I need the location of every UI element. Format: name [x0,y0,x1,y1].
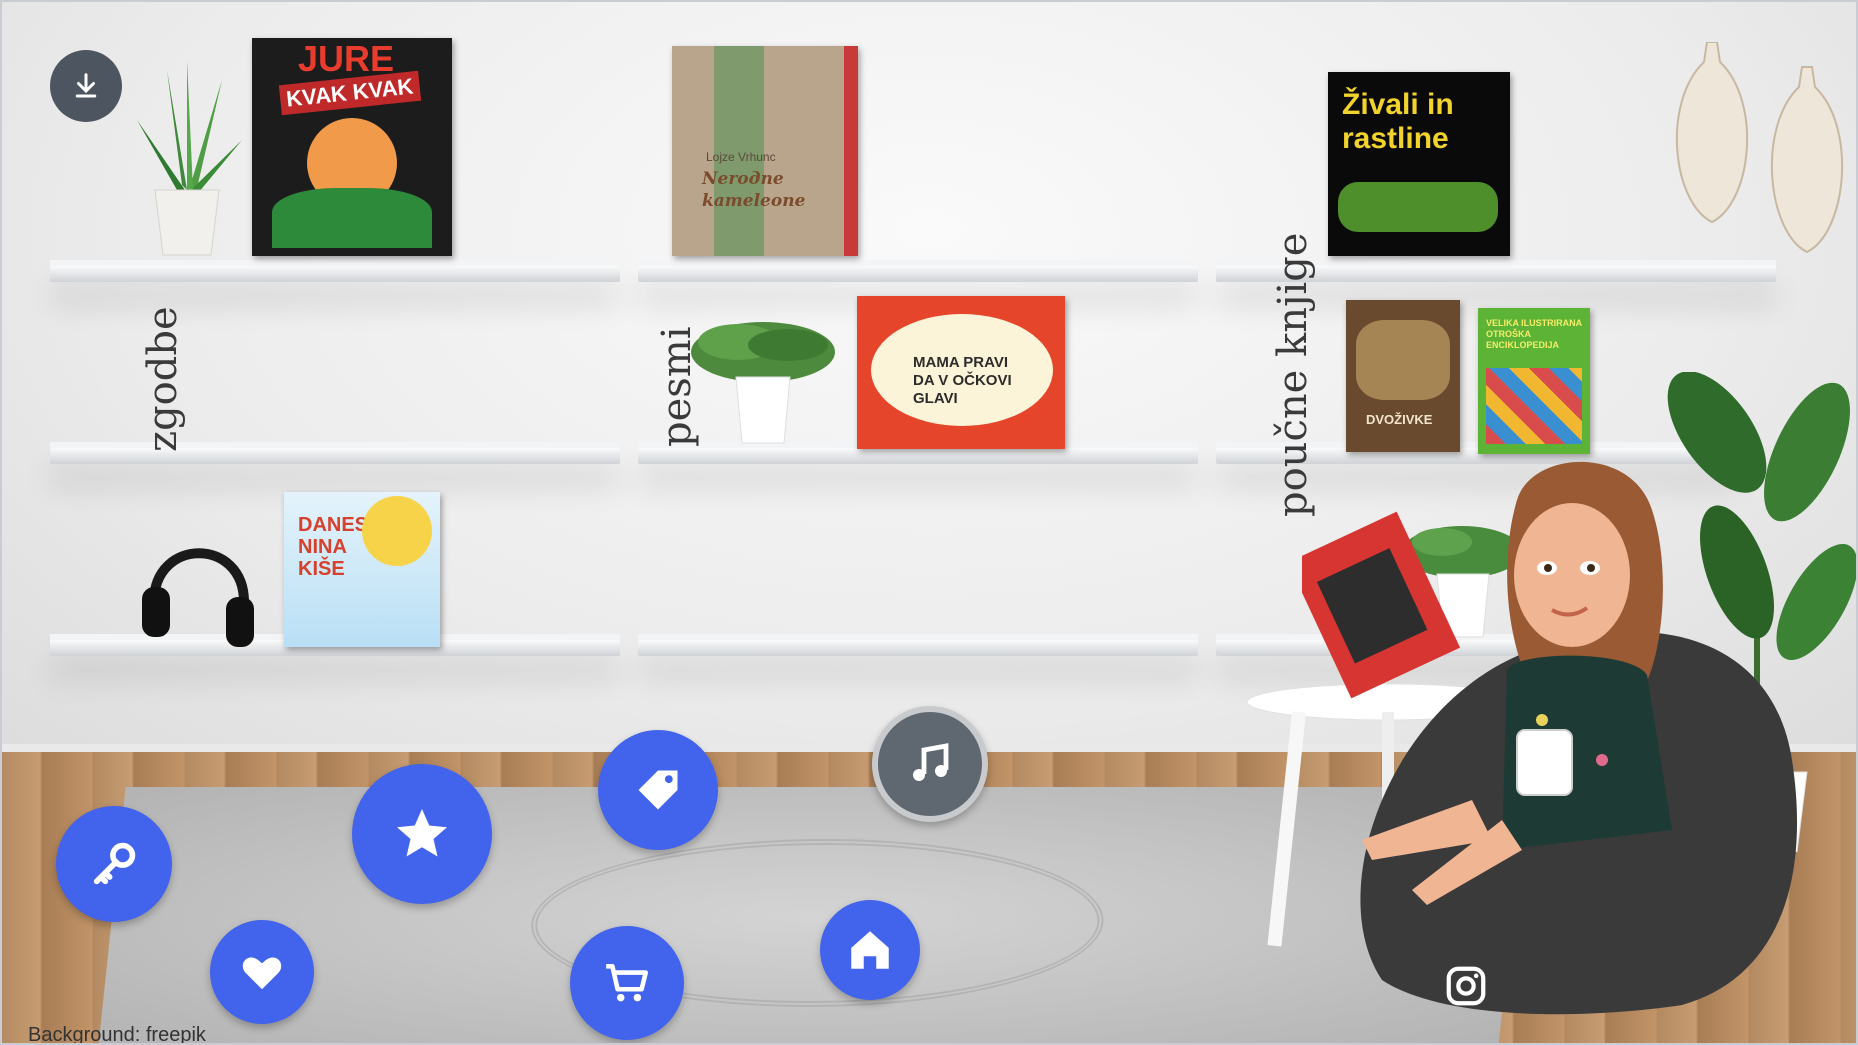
instagram-button[interactable] [1438,958,1494,1014]
book-enciklopedija[interactable]: VELIKA ILUSTRIRANA OTROŠKA ENCIKLOPEDIJA [1478,308,1590,454]
book-jure-kvak-kvak[interactable]: JURE KVAK KVAK [252,38,452,256]
shelf-stories-top [50,260,620,282]
favorites-star-button[interactable] [352,764,492,904]
potted-fern-icon [691,322,835,444]
category-label-stories: zgodbe [140,306,186,452]
book-mama-pravi[interactable]: MAMA PRAVI DA V OČKOVI GLAVI [857,296,1065,449]
home-button[interactable] [820,900,920,1000]
music-button[interactable] [872,706,988,822]
star-icon [397,809,447,857]
background-credit: Background: freepik [28,1024,206,1045]
download-button[interactable] [50,50,122,122]
cart-button[interactable] [570,926,684,1040]
snake-plant-icon [137,60,242,256]
tag-button[interactable] [598,730,718,850]
book-danes-nina[interactable]: DANES NINA KIŠE [284,492,440,647]
cart-icon [606,964,649,1002]
tag-icon [638,770,678,810]
key-icon [93,842,136,885]
key-button[interactable] [56,806,172,922]
book-zivali-in-rastline[interactable]: Živali in rastline [1328,72,1510,256]
shelf-poems-top [638,260,1198,282]
shelf-stories-middle [50,442,620,464]
home-icon [851,931,889,969]
music-note-icon [913,743,949,781]
instagram-icon [1446,966,1486,1006]
download-icon [75,73,97,98]
shelf-poems-bottom [638,634,1198,656]
avatar [1302,461,1798,1015]
vases-icon [1675,42,1844,254]
virtual-library-scene: zgodbe pesmi poučne knjige JURE KVAK KVA… [0,0,1858,1045]
book-nerodne-kameleone[interactable]: Lojze Vrhunc Neroдne kameleone [672,46,858,256]
book-dvozivke[interactable]: DVOŽIVKE [1346,300,1460,452]
heart-button[interactable] [210,920,314,1024]
heart-icon [242,957,282,990]
headphones-icon [142,548,254,647]
